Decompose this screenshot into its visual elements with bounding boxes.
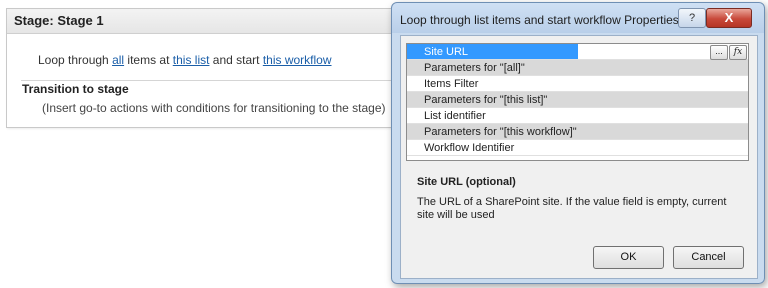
transition-note[interactable]: (Insert go-to actions with conditions fo… — [42, 101, 386, 115]
grid-group-all: Parameters for "[all]" — [407, 60, 748, 76]
grid-group-label: Parameters for "[this list]" — [424, 94, 548, 106]
action-text-middle-1: items at — [124, 53, 173, 67]
divider — [21, 80, 401, 81]
site-url-value-input[interactable] — [579, 44, 708, 59]
properties-dialog: Loop through list items and start workfl… — [391, 2, 765, 284]
grid-row-list-identifier[interactable]: List identifier — [407, 108, 748, 124]
dialog-body: Site URL ... fx Parameters for "[all]" I… — [400, 35, 758, 279]
grid-row-label: List identifier — [424, 110, 486, 122]
stage-title: Stage: Stage 1 — [7, 9, 407, 34]
stage-panel: Stage: Stage 1 Loop through all items at… — [6, 8, 408, 128]
action-text-middle-2: and start — [209, 53, 263, 67]
formula-button[interactable]: fx — [729, 45, 747, 60]
properties-grid: Site URL ... fx Parameters for "[all]" I… — [406, 43, 749, 161]
transition-title: Transition to stage — [22, 82, 129, 96]
browse-button[interactable]: ... — [710, 45, 728, 60]
close-button[interactable]: X — [706, 8, 752, 28]
grid-row-items-filter[interactable]: Items Filter — [407, 76, 748, 92]
description-title: Site URL (optional) — [417, 176, 516, 188]
workflow-action-sentence: Loop through all items at this list and … — [38, 53, 332, 67]
this-list-link[interactable]: this list — [173, 53, 210, 67]
grid-row-site-url[interactable]: Site URL ... fx — [407, 44, 748, 60]
grid-group-this-list: Parameters for "[this list]" — [407, 92, 748, 108]
grid-row-label: Workflow Identifier — [424, 142, 515, 154]
this-workflow-link[interactable]: this workflow — [263, 53, 332, 67]
ok-button[interactable]: OK — [593, 246, 664, 269]
all-items-link[interactable]: all — [112, 53, 124, 67]
grid-group-this-workflow: Parameters for "[this workflow]" — [407, 124, 748, 140]
grid-group-label: Parameters for "[this workflow]" — [424, 126, 577, 138]
grid-row-label: Site URL — [424, 46, 469, 58]
grid-row-workflow-identifier[interactable]: Workflow Identifier — [407, 140, 748, 156]
grid-group-label: Parameters for "[all]" — [424, 62, 525, 74]
cancel-button[interactable]: Cancel — [673, 246, 744, 269]
dialog-title: Loop through list items and start workfl… — [400, 13, 679, 27]
grid-row-label: Items Filter — [424, 78, 479, 90]
description-text: The URL of a SharePoint site. If the val… — [417, 196, 727, 221]
action-text-prefix: Loop through — [38, 53, 113, 67]
help-button[interactable]: ? — [678, 8, 706, 28]
